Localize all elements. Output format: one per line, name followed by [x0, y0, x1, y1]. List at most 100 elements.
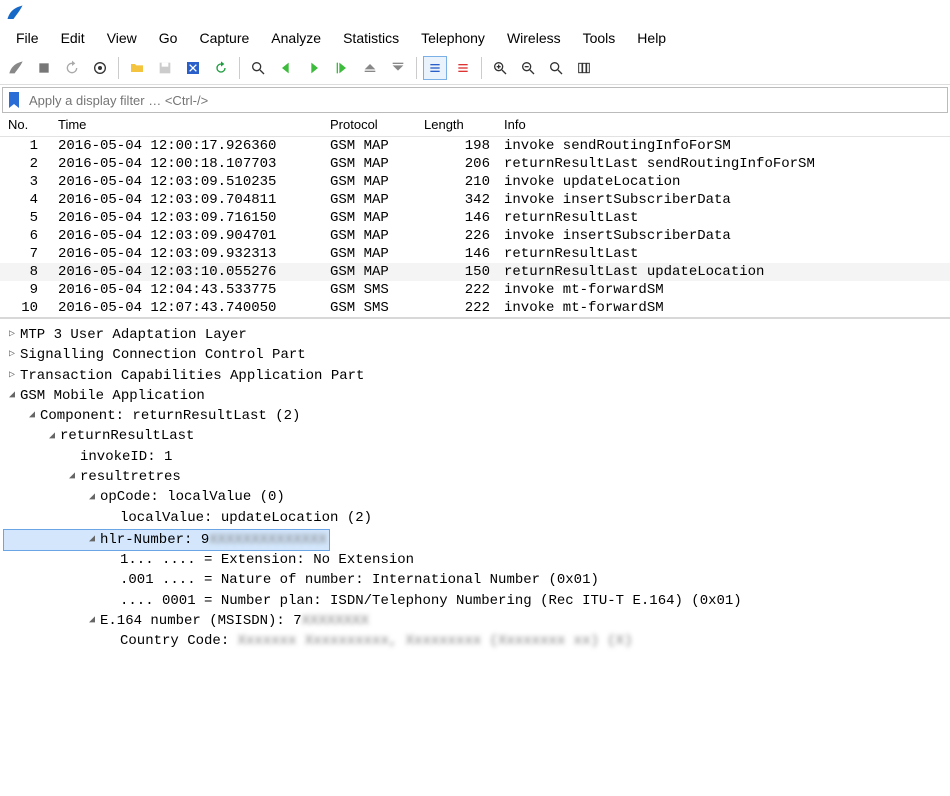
tree-label: Country Code: — [120, 631, 238, 651]
packet-details[interactable]: ▷MTP 3 User Adaptation Layer▷Signalling … — [0, 319, 950, 652]
packet-row[interactable]: 52016-05-04 12:03:09.716150GSM MAP146ret… — [0, 209, 950, 227]
expand-icon[interactable]: ▷ — [6, 348, 18, 362]
expand-icon[interactable]: ▷ — [6, 369, 18, 383]
tree-label: GSM Mobile Application — [20, 386, 205, 406]
go-forward-icon[interactable] — [302, 56, 326, 80]
bookmark-icon[interactable] — [3, 92, 25, 108]
tree-row[interactable]: ◢Component: returnResultLast (2) — [4, 406, 946, 426]
tree-row[interactable]: .... 0001 = Number plan: ISDN/Telephony … — [4, 591, 946, 611]
menu-analyze[interactable]: Analyze — [261, 28, 331, 48]
menu-go[interactable]: Go — [149, 28, 188, 48]
tree-row[interactable]: ◢GSM Mobile Application — [4, 386, 946, 406]
collapse-icon[interactable]: ◢ — [6, 389, 18, 403]
tree-row[interactable]: ▷MTP 3 User Adaptation Layer — [4, 325, 946, 345]
tree-label: localValue: updateLocation (2) — [120, 508, 372, 528]
fin-icon[interactable] — [4, 56, 28, 80]
find-icon[interactable] — [246, 56, 270, 80]
menu-tools[interactable]: Tools — [573, 28, 626, 48]
tree-row[interactable]: invokeID: 1 — [4, 447, 946, 467]
go-last-icon[interactable] — [386, 56, 410, 80]
menu-view[interactable]: View — [97, 28, 147, 48]
menu-file[interactable]: File — [6, 28, 49, 48]
collapse-icon[interactable]: ◢ — [26, 409, 38, 423]
menu-statistics[interactable]: Statistics — [333, 28, 409, 48]
tree-label: 1... .... = Extension: No Extension — [120, 550, 414, 570]
collapse-icon[interactable]: ◢ — [86, 491, 98, 505]
zoom-out-icon[interactable] — [516, 56, 540, 80]
menu-help[interactable]: Help — [627, 28, 676, 48]
menubar: FileEditViewGoCaptureAnalyzeStatisticsTe… — [0, 24, 950, 54]
packet-row[interactable]: 42016-05-04 12:03:09.704811GSM MAP342inv… — [0, 191, 950, 209]
col-time[interactable]: Time — [50, 117, 330, 132]
toolbar-separator — [118, 57, 119, 79]
packet-row[interactable]: 92016-05-04 12:04:43.533775GSM SMS222inv… — [0, 281, 950, 299]
tree-label: hlr-Number: 9 — [100, 530, 209, 550]
tree-label: .001 .... = Nature of number: Internatio… — [120, 570, 599, 590]
packet-row[interactable]: 22016-05-04 12:00:18.107703GSM MAP206ret… — [0, 155, 950, 173]
go-first-icon[interactable] — [358, 56, 382, 80]
redacted-text: XXXXXXXX — [302, 611, 369, 631]
close-icon[interactable] — [181, 56, 205, 80]
packet-row[interactable]: 32016-05-04 12:03:09.510235GSM MAP210inv… — [0, 173, 950, 191]
app-icon — [6, 4, 24, 20]
tree-row[interactable]: ◢opCode: localValue (0) — [4, 487, 946, 507]
tree-label: resultretres — [80, 467, 181, 487]
packet-row[interactable]: 72016-05-04 12:03:09.932313GSM MAP146ret… — [0, 245, 950, 263]
collapse-icon[interactable]: ◢ — [46, 430, 58, 444]
menu-edit[interactable]: Edit — [51, 28, 95, 48]
tree-row[interactable]: ▷Transaction Capabilities Application Pa… — [4, 366, 946, 386]
collapse-icon[interactable]: ◢ — [66, 470, 78, 484]
resize-columns-icon[interactable] — [572, 56, 596, 80]
tree-label: invokeID: 1 — [80, 447, 172, 467]
packet-row[interactable]: 12016-05-04 12:00:17.926360GSM MAP198inv… — [0, 137, 950, 155]
col-protocol[interactable]: Protocol — [330, 117, 420, 132]
tree-row[interactable]: ◢returnResultLast — [4, 426, 946, 446]
tree-row[interactable]: localValue: updateLocation (2) — [4, 508, 946, 528]
redacted-text: Xxxxxxx Xxxxxxxxxx, Xxxxxxxxx (Xxxxxxxx … — [238, 631, 633, 651]
colorize-icon[interactable] — [451, 56, 475, 80]
collapse-icon[interactable]: ◢ — [86, 533, 98, 547]
tree-label: returnResultLast — [60, 426, 194, 446]
stop-icon[interactable] — [32, 56, 56, 80]
toolbar-separator — [481, 57, 482, 79]
packet-list-header[interactable]: No. Time Protocol Length Info — [0, 115, 950, 137]
go-back-icon[interactable] — [274, 56, 298, 80]
toolbar-separator — [239, 57, 240, 79]
tree-row[interactable]: ▷Signalling Connection Control Part — [4, 345, 946, 365]
redacted-text: XXXXXXXXXXXXXX — [209, 530, 327, 550]
tree-row[interactable]: ◢resultretres — [4, 467, 946, 487]
options-icon[interactable] — [88, 56, 112, 80]
tree-row[interactable]: ◢hlr-Number: 9XXXXXXXXXXXXXX — [3, 529, 330, 551]
tree-row[interactable]: 1... .... = Extension: No Extension — [4, 550, 946, 570]
menu-telephony[interactable]: Telephony — [411, 28, 495, 48]
packet-list[interactable]: No. Time Protocol Length Info 12016-05-0… — [0, 115, 950, 319]
tree-row[interactable]: .001 .... = Nature of number: Internatio… — [4, 570, 946, 590]
filter-bar — [2, 87, 948, 113]
collapse-icon[interactable]: ◢ — [86, 614, 98, 628]
display-filter-input[interactable] — [25, 91, 947, 110]
expand-icon[interactable]: ▷ — [6, 328, 18, 342]
col-info[interactable]: Info — [500, 117, 950, 132]
menu-wireless[interactable]: Wireless — [497, 28, 571, 48]
autoscroll-icon[interactable] — [423, 56, 447, 80]
reload-icon[interactable] — [209, 56, 233, 80]
packet-row[interactable]: 82016-05-04 12:03:10.055276GSM MAP150ret… — [0, 263, 950, 281]
tree-label: Signalling Connection Control Part — [20, 345, 306, 365]
toolbar-separator — [416, 57, 417, 79]
go-to-icon[interactable] — [330, 56, 354, 80]
tree-row[interactable]: Country Code: Xxxxxxx Xxxxxxxxxx, Xxxxxx… — [4, 631, 946, 651]
tree-label: Component: returnResultLast (2) — [40, 406, 300, 426]
col-length[interactable]: Length — [420, 117, 500, 132]
zoom-in-icon[interactable] — [488, 56, 512, 80]
col-no[interactable]: No. — [0, 117, 50, 132]
tree-label: opCode: localValue (0) — [100, 487, 285, 507]
zoom-reset-icon[interactable] — [544, 56, 568, 80]
save-icon[interactable] — [153, 56, 177, 80]
tree-label: E.164 number (MSISDN): 7 — [100, 611, 302, 631]
open-icon[interactable] — [125, 56, 149, 80]
restart-icon[interactable] — [60, 56, 84, 80]
packet-row[interactable]: 102016-05-04 12:07:43.740050GSM SMS222in… — [0, 299, 950, 317]
tree-row[interactable]: ◢E.164 number (MSISDN): 7XXXXXXXX — [4, 611, 946, 631]
packet-row[interactable]: 62016-05-04 12:03:09.904701GSM MAP226inv… — [0, 227, 950, 245]
menu-capture[interactable]: Capture — [189, 28, 259, 48]
